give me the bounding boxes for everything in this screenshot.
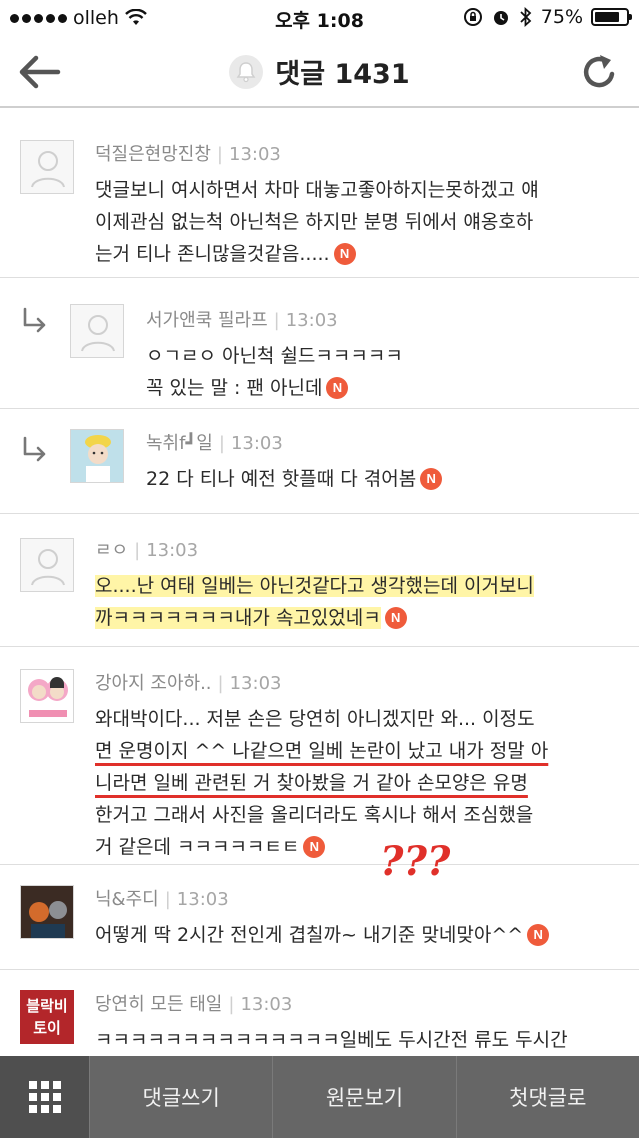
comment-text: 22 다 티나 예전 핫플때 다 겪어봄 N	[146, 463, 626, 495]
battery-icon	[591, 8, 632, 26]
rotation-lock-icon	[463, 8, 482, 26]
comment-author[interactable]: ㄹㅇ	[95, 540, 128, 561]
comment-time: 13:03	[240, 994, 293, 1015]
status-bar: olleh 오후 1:08 75%	[0, 0, 639, 36]
sticker-avatar	[20, 669, 74, 723]
comment-list: 덕질은현망진창 | 13:03 댓글보니 여시하면서 차마 대놓고좋아하지는못하겠고…	[0, 118, 639, 1060]
new-badge: N	[420, 468, 443, 490]
new-badge: N	[384, 607, 407, 629]
reply-arrow-icon	[23, 436, 46, 462]
comment-author[interactable]: 녹취f┛일	[146, 433, 213, 454]
view-original-button[interactable]: 원문보기	[272, 1056, 455, 1138]
page-title: 댓글 1431	[275, 59, 410, 90]
new-badge: N	[303, 836, 326, 858]
comment-reply-item[interactable]: 녹취f┛일 | 13:03 22 다 티나 예전 핫플때 다 겪어봄 N	[0, 409, 639, 514]
bluetooth-icon	[520, 7, 532, 27]
comment-time: 13:03	[229, 144, 281, 165]
comment-reply-item[interactable]: 서가앤쿡 필라프 | 13:03 ㅇㄱㄹㅇ 아닌척 쉴드ㅋㅋㅋㅋㅋ 꼭 있는 말 :…	[0, 278, 639, 409]
first-comment-button[interactable]: 첫댓글로	[455, 1056, 639, 1138]
comment-text: 와대박이다... 저분 손은 당연히 아니겠지만 와... 이정도 면 운명이지…	[95, 708, 549, 858]
comment-item[interactable]: 강아지 조아하.. | 13:03 와대박이다... 저분 손은 당연히 아니겠지만…	[0, 647, 639, 865]
comment-author[interactable]: 서가앤쿡 필라프	[146, 310, 268, 331]
text-block-avatar: 블락비 토이	[20, 990, 74, 1044]
battery-percent: 75%	[540, 6, 583, 28]
movie-still-avatar	[20, 885, 74, 939]
refresh-icon[interactable]	[579, 50, 621, 94]
comment-text: ㅋㅋㅋㅋㅋㅋㅋㅋㅋㅋㅋㅋㅋㅋ일베도 두시간전 류도 두시간	[95, 1029, 568, 1051]
comment-author[interactable]: 강아지 조아하..	[95, 673, 212, 694]
default-avatar-icon	[20, 538, 74, 592]
comment-time: 13:03	[176, 889, 229, 910]
write-comment-button[interactable]: 댓글쓰기	[89, 1056, 272, 1138]
bell-icon[interactable]	[229, 54, 264, 89]
comment-text: 오....난 여태 일베는 아닌것같다고 생각했는데 이거보니 까ㅋㅋㅋㅋㅋㅋㅋ…	[95, 575, 534, 629]
top-bar: 댓글 1431	[0, 36, 639, 108]
handwritten-question-marks: ???	[380, 838, 451, 885]
comment-time: 13:03	[229, 673, 282, 694]
comment-author[interactable]: 닉&주디	[95, 889, 159, 910]
comment-time: 13:03	[146, 540, 199, 561]
comment-author[interactable]: 당연히 모든 태일	[95, 994, 222, 1015]
comment-text: 어떻게 딱 2시간 전인게 겹칠까~ 내기준 맞네맞아^^ N	[95, 919, 625, 951]
comment-item[interactable]: ㄹㅇ | 13:03 오....난 여태 일베는 아닌것같다고 생각했는데 이거보니…	[0, 514, 639, 647]
new-badge: N	[326, 377, 349, 399]
user-photo-avatar	[70, 429, 124, 483]
comment-item[interactable]: 블락비 토이 당연히 모든 태일 | 13:03 ㅋㅋㅋㅋㅋㅋㅋㅋㅋㅋㅋㅋㅋㅋ일베도…	[0, 970, 639, 1060]
new-badge: N	[333, 243, 356, 265]
default-avatar-icon	[20, 140, 74, 194]
comment-item[interactable]: 닉&주디 | 13:03 어떻게 딱 2시간 전인게 겹칠까~ 내기준 맞네맞아^^…	[0, 865, 639, 970]
grid-menu-icon[interactable]	[0, 1056, 89, 1138]
comment-author[interactable]: 덕질은현망진창	[95, 144, 211, 165]
comment-time: 13:03	[285, 310, 338, 331]
bottom-toolbar: 댓글쓰기 원문보기 첫댓글로	[0, 1056, 639, 1138]
comment-text: ㅇㄱㄹㅇ 아닌척 쉴드ㅋㅋㅋㅋㅋ 꼭 있는 말 : 팬 아닌데 N	[146, 345, 403, 399]
comment-item[interactable]: 덕질은현망진창 | 13:03 댓글보니 여시하면서 차마 대놓고좋아하지는못하겠고…	[0, 118, 639, 278]
new-badge: N	[527, 924, 550, 946]
default-avatar-icon	[70, 304, 124, 358]
alarm-icon	[493, 11, 508, 25]
reply-arrow-icon	[23, 307, 46, 333]
comment-text: 댓글보니 여시하면서 차마 대놓고좋아하지는못하겠고 얘 이제관심 없는척 아닌…	[95, 179, 539, 265]
comment-time: 13:03	[230, 433, 283, 454]
